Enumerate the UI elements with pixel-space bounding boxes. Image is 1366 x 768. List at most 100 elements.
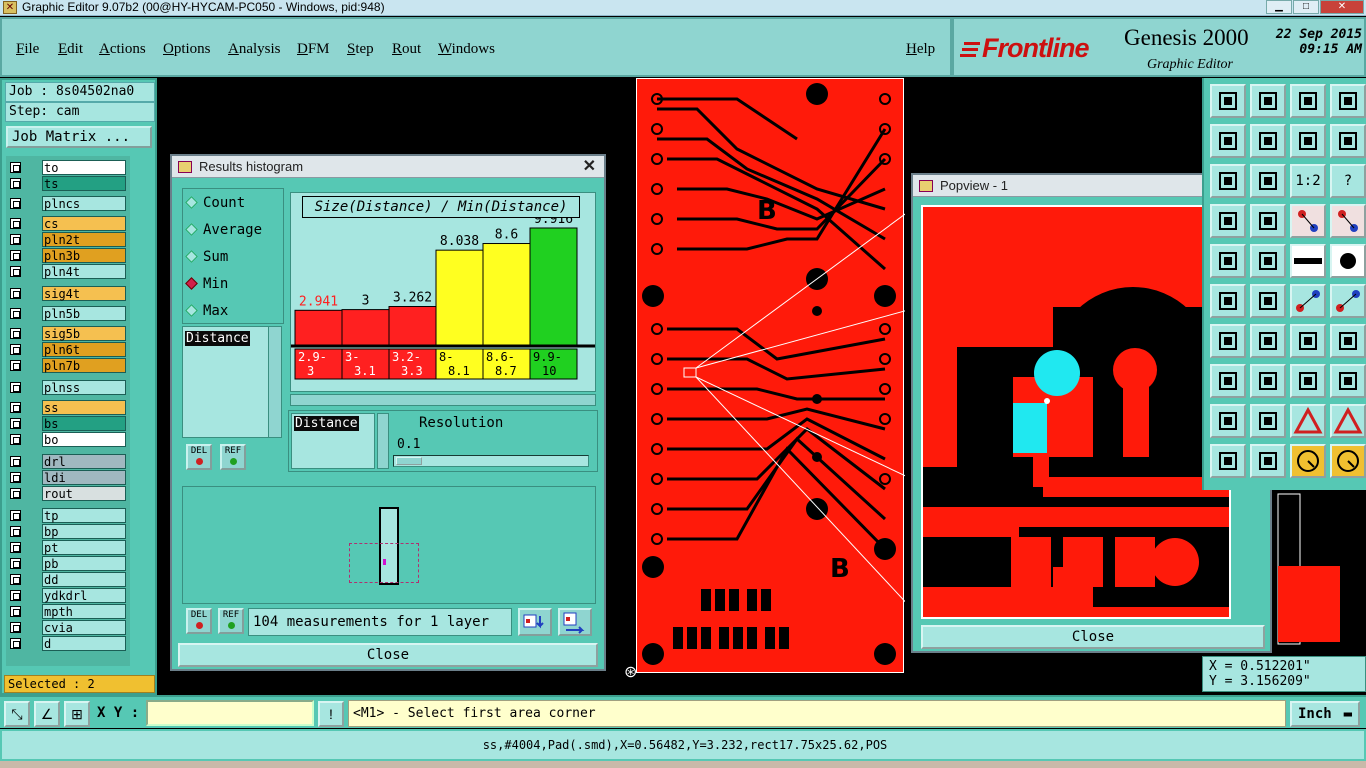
radio-min[interactable]: Min [185, 276, 228, 292]
overview-map[interactable] [1272, 490, 1366, 655]
layer-checkbox[interactable] [10, 590, 21, 601]
layer-checkbox[interactable] [10, 382, 21, 393]
net-icon[interactable] [1290, 204, 1326, 238]
measure-pt-icon[interactable] [1290, 284, 1326, 318]
layer-checkbox[interactable] [10, 178, 21, 189]
layer-row-mpth[interactable]: mpth [8, 604, 128, 619]
layer-checkbox[interactable] [10, 418, 21, 429]
resolution-field-list[interactable]: Distance [291, 413, 375, 469]
layer-name[interactable]: pln2t [42, 232, 126, 247]
histogram-bar[interactable] [435, 249, 484, 346]
resolution-slider[interactable] [393, 455, 589, 467]
layer-name[interactable]: cs [42, 216, 126, 231]
menu-dfm[interactable]: DFM [297, 41, 330, 58]
menu-step[interactable]: Step [347, 41, 374, 58]
curve-b-icon[interactable] [1250, 324, 1286, 358]
layer-checkbox[interactable] [10, 328, 21, 339]
fit-screen-icon[interactable] [1330, 84, 1366, 118]
del-button-bottom[interactable]: DEL [186, 608, 212, 634]
layer-row-sig5b[interactable]: sig5b [8, 326, 128, 341]
menu-options[interactable]: Options [163, 41, 211, 58]
measure-angle-icon[interactable]: ∠ [34, 701, 60, 727]
maximize-button[interactable]: □ [1293, 0, 1319, 14]
menu-help[interactable]: Help [906, 41, 935, 58]
layer-name[interactable]: bs [42, 416, 126, 431]
layer-checkbox[interactable] [10, 344, 21, 355]
histogram-bar[interactable] [482, 243, 531, 346]
layer-row-ydkdrl[interactable]: ydkdrl [8, 588, 128, 603]
ref-button-bottom[interactable]: REF [218, 608, 244, 634]
pan-left-icon[interactable] [1210, 124, 1246, 158]
menu-file[interactable]: File [16, 41, 39, 58]
layer-checkbox[interactable] [10, 266, 21, 277]
layer-name[interactable]: ts [42, 176, 126, 191]
layer-row-drl[interactable]: drl [8, 454, 128, 469]
units-select[interactable]: Inch ▬ [1290, 701, 1360, 727]
board-canvas[interactable]: B B [636, 78, 913, 673]
layer-name[interactable]: ss [42, 400, 126, 415]
ruler-b-icon[interactable] [1250, 244, 1286, 278]
layer-checkbox[interactable] [10, 542, 21, 553]
select-b-icon[interactable] [1250, 444, 1286, 478]
arrow-up-icon[interactable] [1210, 164, 1246, 198]
menu-rout[interactable]: Rout [392, 41, 421, 58]
layer-checkbox[interactable] [10, 218, 21, 229]
list-item[interactable]: Distance [185, 331, 250, 346]
layer-checkbox[interactable] [10, 288, 21, 299]
layer-name[interactable]: d [42, 636, 126, 651]
layer-checkbox[interactable] [10, 402, 21, 413]
layer-row-sig4t[interactable]: sig4t [8, 286, 128, 301]
layer-row-plncs[interactable]: plncs [8, 196, 128, 211]
histogram-bar[interactable] [341, 309, 390, 346]
scale-icon[interactable]: 1:2 [1290, 164, 1326, 198]
layer-name[interactable]: mpth [42, 604, 126, 619]
layer-row-rout[interactable]: rout [8, 486, 128, 501]
zoom-home-icon[interactable] [1210, 84, 1246, 118]
close-window-button[interactable]: ✕ [1320, 0, 1364, 14]
layer-row-pln5b[interactable]: pln5b [8, 306, 128, 321]
arc-icon[interactable] [1290, 324, 1326, 358]
layer-checkbox[interactable] [10, 234, 21, 245]
home-view-icon[interactable] [1290, 84, 1326, 118]
list-scrollbar[interactable] [268, 326, 282, 438]
angle-b-icon[interactable] [1250, 404, 1286, 438]
layer-row-cs[interactable]: cs [8, 216, 128, 231]
layer-name[interactable]: rout [42, 486, 126, 501]
menu-actions[interactable]: Actions [99, 41, 146, 58]
snap-icon[interactable]: ⤡ [4, 701, 30, 727]
layer-row-pt[interactable]: pt [8, 540, 128, 555]
layer-checkbox[interactable] [10, 606, 21, 617]
layer-name[interactable]: pb [42, 556, 126, 571]
alert-icon[interactable]: ! [318, 701, 344, 727]
snap-center-icon[interactable] [1330, 364, 1366, 398]
snap-grid-icon[interactable] [1290, 364, 1326, 398]
snap-b-icon[interactable] [1250, 364, 1286, 398]
layer-row-pln6t[interactable]: pln6t [8, 342, 128, 357]
layer-name[interactable]: sig5b [42, 326, 126, 341]
layer-row-pln3b[interactable]: pln3b [8, 248, 128, 263]
layer-row-ldi[interactable]: ldi [8, 470, 128, 485]
layer-name[interactable]: pt [42, 540, 126, 555]
slider-thumb[interactable] [396, 457, 422, 465]
arrow-down-icon[interactable] [1250, 164, 1286, 198]
select-a-icon[interactable] [1210, 444, 1246, 478]
layer-checkbox[interactable] [10, 472, 21, 483]
layer-checkbox[interactable] [10, 198, 21, 209]
layer-checkbox[interactable] [10, 638, 21, 649]
layer-a-icon[interactable] [1210, 204, 1246, 238]
layer-name[interactable]: dd [42, 572, 126, 587]
pointer-icon[interactable] [1330, 444, 1366, 478]
layer-row-pb[interactable]: pb [8, 556, 128, 571]
curve-a-icon[interactable] [1210, 324, 1246, 358]
layer-name[interactable]: pln5b [42, 306, 126, 321]
layer-name[interactable]: to [42, 160, 126, 175]
triangle-icon[interactable] [1290, 404, 1326, 438]
histogram-export-icon[interactable] [518, 608, 552, 636]
triangle-alt-icon[interactable] [1330, 404, 1366, 438]
histogram-import-icon[interactable] [558, 608, 592, 636]
resolution-field[interactable]: Distance [294, 416, 359, 431]
histogram-bar[interactable] [294, 309, 343, 346]
layer-checkbox[interactable] [10, 250, 21, 261]
layer-row-ts[interactable]: ts [8, 176, 128, 191]
layer-checkbox[interactable] [10, 162, 21, 173]
